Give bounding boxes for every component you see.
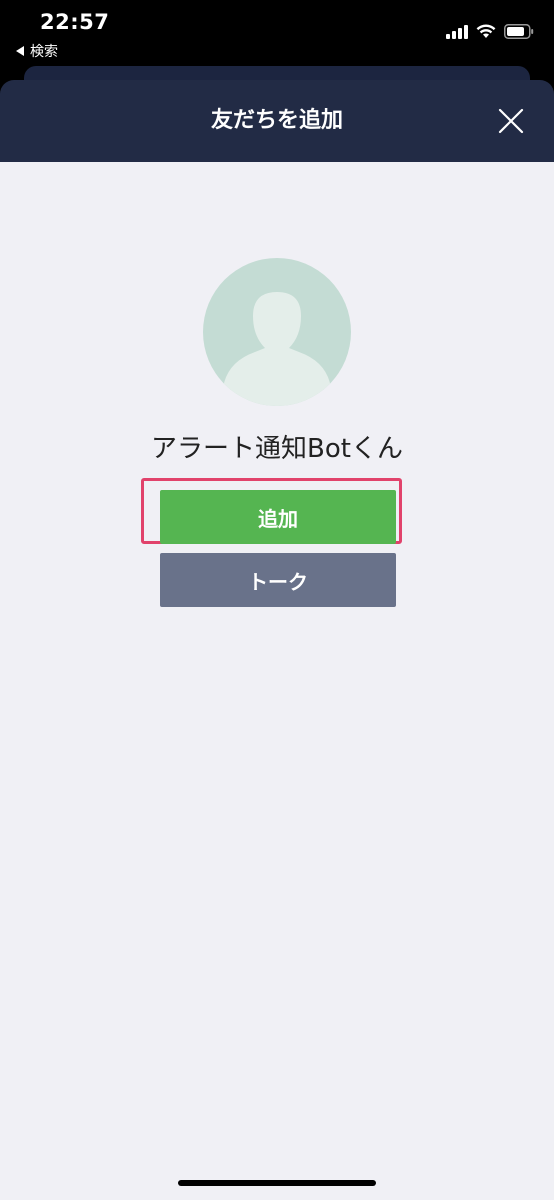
add-friend-button[interactable]: 追加 — [160, 490, 396, 544]
status-time: 22:57 — [40, 10, 110, 34]
cellular-signal-icon — [446, 24, 468, 39]
status-icons — [446, 24, 534, 39]
wifi-icon — [476, 24, 496, 38]
talk-button[interactable]: トーク — [160, 553, 396, 607]
back-triangle-icon — [16, 46, 24, 56]
modal-content: アラート通知Botくん 追加 トーク — [0, 162, 554, 1200]
back-to-search-link[interactable]: 検索 — [16, 41, 58, 61]
profile-name: アラート通知Botくん — [151, 434, 403, 464]
default-avatar-icon — [203, 258, 351, 406]
battery-icon — [504, 24, 534, 39]
back-link-label: 検索 — [30, 44, 58, 60]
close-icon[interactable] — [496, 106, 526, 136]
home-indicator[interactable] — [178, 1180, 376, 1186]
modal-title: 友だちを追加 — [210, 108, 343, 133]
modal-header: 友だちを追加 — [0, 80, 554, 162]
